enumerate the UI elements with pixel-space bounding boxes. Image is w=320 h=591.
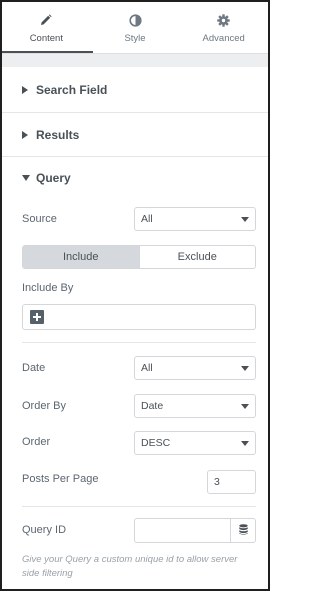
order-select[interactable]: DESC	[134, 431, 256, 455]
chevron-down-icon	[241, 404, 249, 409]
order-by-select-value: Date	[141, 400, 164, 412]
query-id-input[interactable]	[134, 518, 256, 543]
tab-content[interactable]: Content	[2, 2, 91, 53]
date-label: Date	[22, 362, 46, 374]
source-label: Source	[22, 213, 57, 225]
section-search-field[interactable]: Search Field	[2, 68, 268, 112]
include-by-label: Include By	[22, 282, 74, 294]
gear-icon	[217, 12, 230, 28]
query-id-help-text: Give your Query a custom unique id to al…	[22, 554, 238, 579]
posts-per-page-value: 3	[214, 476, 220, 488]
dynamic-tags-button[interactable]	[230, 519, 255, 542]
panel-body: Search Field Results Query Source All In…	[2, 54, 268, 589]
chevron-down-icon	[241, 366, 249, 371]
add-icon[interactable]	[30, 310, 44, 324]
tab-advanced[interactable]: Advanced	[179, 2, 268, 53]
order-by-label: Order By	[22, 400, 67, 412]
section-results-title: Results	[36, 128, 80, 142]
panel-top-strip	[2, 54, 268, 67]
exclude-option[interactable]: Exclude	[139, 246, 255, 268]
tab-advanced-label: Advanced	[202, 33, 245, 44]
date-select-value: All	[141, 362, 153, 374]
section-query-title: Query	[36, 171, 71, 185]
divider	[22, 342, 256, 343]
include-option[interactable]: Include	[23, 246, 139, 268]
half-circle-icon	[128, 12, 142, 28]
order-label: Order	[22, 436, 51, 448]
source-select-value: All	[141, 213, 153, 225]
section-query[interactable]: Query	[2, 156, 268, 200]
order-by-select[interactable]: Date	[134, 394, 256, 418]
divider	[22, 506, 256, 507]
date-select[interactable]: All	[134, 356, 256, 380]
caret-right-icon	[22, 86, 32, 94]
panel-tabs: Content Style Advanced	[2, 2, 268, 54]
database-icon	[238, 523, 248, 538]
section-search-field-title: Search Field	[36, 83, 108, 97]
section-results[interactable]: Results	[2, 113, 268, 157]
caret-down-icon	[22, 175, 32, 181]
tab-content-label: Content	[29, 33, 63, 44]
chevron-down-icon	[241, 217, 249, 222]
tab-style[interactable]: Style	[91, 2, 180, 53]
caret-right-icon	[22, 131, 32, 139]
active-tab-indicator	[2, 51, 93, 53]
editor-panel: Content Style Advanced Search Field Resu…	[0, 0, 270, 591]
order-select-value: DESC	[141, 437, 171, 449]
posts-per-page-input[interactable]: 3	[207, 470, 256, 494]
query-id-label: Query ID	[22, 524, 67, 536]
include-by-field[interactable]	[22, 304, 256, 330]
tab-style-label: Style	[124, 33, 146, 44]
source-select[interactable]: All	[134, 207, 256, 231]
include-exclude-toggle: Include Exclude	[22, 245, 256, 269]
posts-per-page-label: Posts Per Page	[22, 473, 99, 485]
chevron-down-icon	[241, 441, 249, 446]
pencil-icon	[40, 12, 52, 28]
